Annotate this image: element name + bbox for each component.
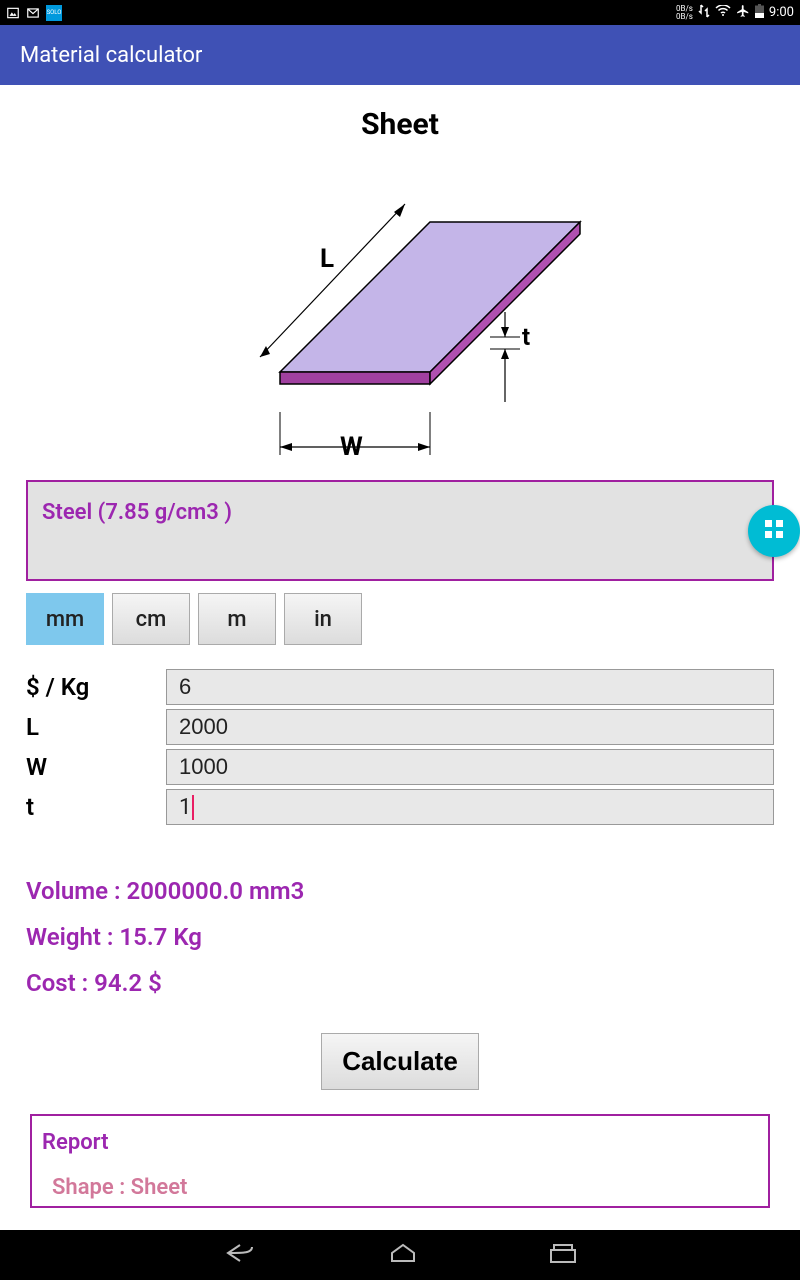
shape-title: Sheet [26, 107, 774, 142]
material-selector[interactable]: Steel (7.85 g/cm3 ) [26, 480, 774, 581]
svg-text:L: L [320, 244, 334, 274]
calculate-button[interactable]: Calculate [321, 1033, 479, 1090]
mail-icon [26, 6, 40, 20]
data-rate: 0B/s 0B/s [676, 5, 693, 21]
clock-text: 9:00 [769, 5, 794, 20]
network-icon [698, 4, 710, 21]
battery-icon [755, 4, 764, 21]
airplane-icon [736, 4, 750, 21]
thickness-input[interactable]: 1 [166, 789, 774, 825]
app-badge-icon: SOLO [46, 5, 62, 21]
recents-icon[interactable] [548, 1242, 578, 1268]
navigation-bar [0, 1230, 800, 1280]
unit-mm-button[interactable]: mm [26, 593, 104, 645]
results-block: Volume : 2000000.0 mm3 Weight : 15.7 Kg … [26, 877, 774, 997]
unit-cm-button[interactable]: cm [112, 593, 190, 645]
width-input[interactable] [166, 749, 774, 785]
svg-text:t: t [522, 323, 530, 351]
width-label: W [26, 753, 166, 781]
svg-text:W: W [340, 432, 363, 462]
home-icon[interactable] [388, 1241, 418, 1269]
price-label: $ / Kg [26, 673, 166, 701]
grid-icon [763, 518, 785, 544]
unit-m-button[interactable]: m [198, 593, 276, 645]
material-text: Steel (7.85 g/cm3 ) [42, 500, 232, 525]
unit-in-button[interactable]: in [284, 593, 362, 645]
volume-result: Volume : 2000000.0 mm3 [26, 877, 774, 905]
back-icon[interactable] [222, 1241, 258, 1269]
shape-diagram: L W t [26, 162, 774, 462]
app-title: Material calculator [20, 43, 202, 68]
thickness-label: t [26, 793, 166, 821]
cost-result: Cost : 94.2 $ [26, 969, 774, 997]
report-panel: Report Shape : Sheet [30, 1114, 770, 1208]
price-input[interactable] [166, 669, 774, 705]
length-label: L [26, 713, 166, 741]
image-icon [6, 6, 20, 20]
length-input[interactable] [166, 709, 774, 745]
grid-fab-button[interactable] [748, 505, 800, 557]
unit-selector: mm cm m in [26, 593, 774, 645]
weight-result: Weight : 15.7 Kg [26, 923, 774, 951]
app-bar: Material calculator [0, 25, 800, 85]
status-bar: SOLO 0B/s 0B/s 9:00 [0, 0, 800, 25]
report-shape-line: Shape : Sheet [52, 1175, 758, 1200]
report-title: Report [42, 1130, 758, 1155]
wifi-icon [715, 5, 731, 20]
